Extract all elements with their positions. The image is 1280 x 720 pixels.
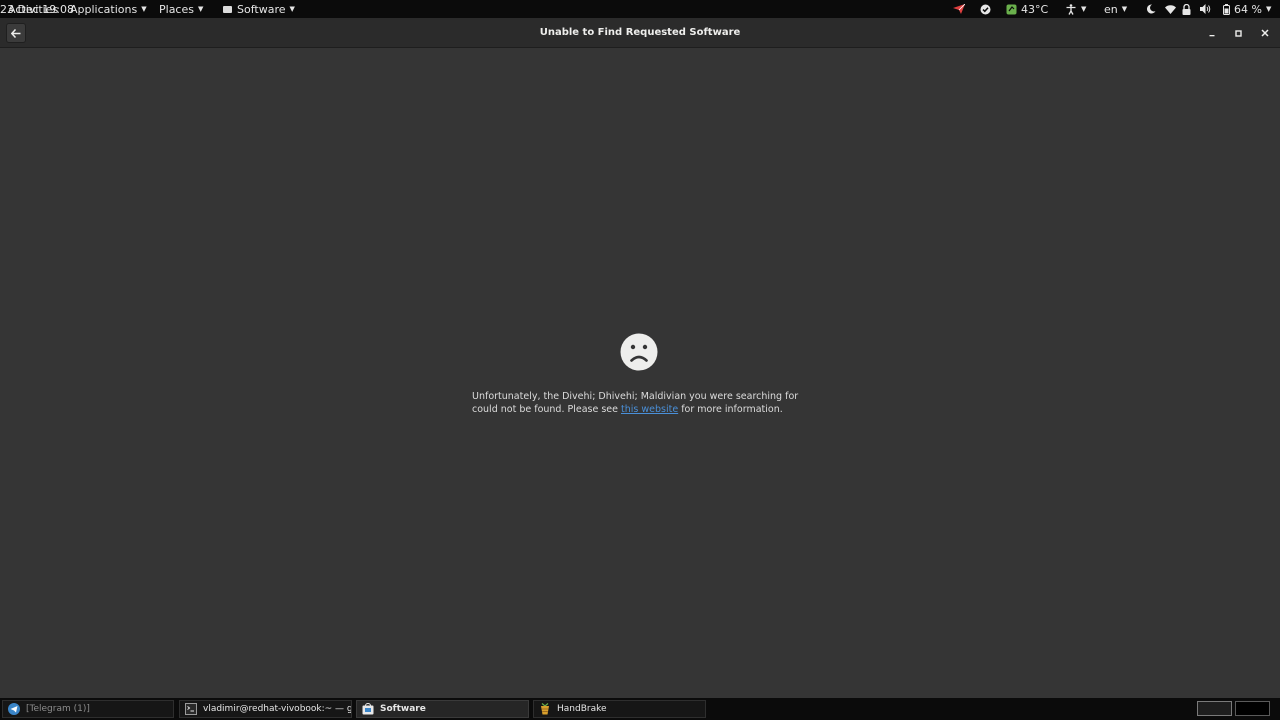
task-label: [Telegram (1)]	[26, 704, 90, 714]
temperature-label: 43°C	[1021, 2, 1049, 16]
clock-label[interactable]: 23 Dec 19:08	[0, 3, 74, 16]
task-label: Software	[380, 704, 426, 714]
content-area: Unfortunately, the Divehi; Dhivehi; Mald…	[0, 49, 1280, 698]
terminal-icon	[185, 703, 197, 715]
telegram-tray-icon[interactable]	[953, 0, 965, 18]
accessibility-icon	[1066, 3, 1076, 15]
workspace-2[interactable]	[1235, 701, 1270, 716]
close-button[interactable]	[1258, 26, 1272, 40]
dropdown-arrow-icon: ▼	[141, 5, 147, 13]
dropdown-arrow-icon: ▼	[1081, 5, 1087, 13]
language-menu[interactable]: en ▼	[1104, 0, 1127, 18]
applications-label: Applications	[70, 2, 138, 16]
taskbar-item-software[interactable]: Software	[356, 700, 529, 718]
applications-menu[interactable]: Applications ▼	[70, 0, 147, 18]
close-icon	[1261, 29, 1269, 37]
battery-label: 64 %	[1234, 2, 1262, 16]
window-list-taskbar: [Telegram (1)] vladimir@redhat-vivobook:…	[0, 698, 1280, 720]
gpu-chip-icon	[1006, 4, 1017, 14]
top-panel: Activities Applications ▼ Places ▼ Softw…	[0, 0, 1280, 18]
message-text-end: for more information.	[678, 404, 783, 415]
sad-face-icon	[620, 333, 658, 371]
arrow-left-icon	[11, 28, 21, 38]
dropdown-arrow-icon: ▼	[197, 5, 204, 13]
software-bag-icon	[362, 703, 374, 715]
taskbar-item-handbrake[interactable]: HandBrake	[533, 700, 706, 718]
back-button[interactable]	[6, 23, 26, 43]
dropdown-arrow-icon: ▼	[289, 5, 295, 13]
night-light-icon[interactable]	[1146, 0, 1156, 18]
battery-indicator[interactable]: 64 % ▼	[1223, 0, 1271, 18]
info-website-link[interactable]: this website	[621, 404, 678, 415]
language-label: en	[1104, 2, 1118, 16]
minimize-icon	[1209, 34, 1214, 36]
window-title: Unable to Find Requested Software	[539, 27, 741, 38]
places-label: Places	[159, 2, 194, 16]
software-bag-icon	[223, 5, 232, 13]
vpn-lock-icon[interactable]	[1182, 0, 1191, 18]
error-message: Unfortunately, the Divehi; Dhivehi; Mald…	[472, 390, 817, 416]
volume-icon[interactable]	[1200, 0, 1211, 18]
accessibility-menu[interactable]: ▼	[1066, 0, 1086, 18]
maximize-button[interactable]	[1231, 26, 1245, 40]
handbrake-icon	[541, 703, 549, 715]
taskbar-item-terminal[interactable]: vladimir@redhat-vivobook:~ — ghb	[179, 700, 352, 718]
wifi-icon[interactable]	[1165, 0, 1176, 18]
dropdown-arrow-icon: ▼	[1265, 5, 1272, 13]
taskbar-item-telegram[interactable]: [Telegram (1)]	[2, 700, 174, 718]
dropdown-arrow-icon: ▼	[1121, 5, 1128, 13]
app-menu-label: Software	[237, 2, 286, 16]
software-app-menu[interactable]: Software ▼	[223, 0, 295, 18]
minimize-button[interactable]	[1205, 26, 1219, 40]
places-menu[interactable]: Places ▼	[159, 0, 203, 18]
check-circle-icon[interactable]	[980, 0, 991, 18]
task-label: vladimir@redhat-vivobook:~ — ghb	[203, 704, 352, 714]
workspace-1[interactable]	[1197, 701, 1232, 716]
telegram-icon	[8, 703, 20, 715]
maximize-icon	[1234, 29, 1242, 37]
temperature-indicator[interactable]: 43°C	[1006, 0, 1048, 18]
headerbar: Unable to Find Requested Software	[0, 18, 1280, 48]
task-label: HandBrake	[557, 704, 607, 714]
battery-icon	[1223, 3, 1230, 15]
